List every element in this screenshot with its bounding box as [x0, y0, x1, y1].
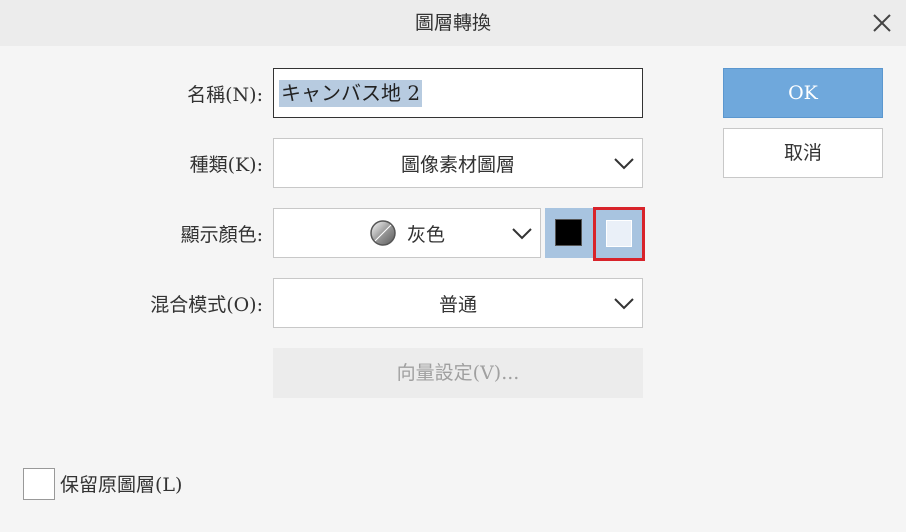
- blend-mode-dropdown[interactable]: 普通: [273, 278, 643, 328]
- display-color-value-wrap: 灰色: [274, 209, 540, 257]
- keep-original-layer-label[interactable]: 保留原圖層(L): [60, 470, 182, 497]
- ok-button[interactable]: OK: [723, 68, 883, 118]
- name-input[interactable]: キャンバス地 2: [273, 68, 643, 118]
- name-input-value[interactable]: キャンバス地 2: [279, 80, 423, 107]
- chevron-down-icon: [512, 228, 532, 240]
- close-icon: [873, 14, 891, 32]
- cancel-button[interactable]: 取消: [723, 128, 883, 178]
- name-label: 名稱(N):: [187, 84, 263, 106]
- kind-dropdown-value: 圖像素材圖層: [400, 153, 515, 176]
- kind-label: 種類(K):: [189, 154, 263, 176]
- white-color-swatch-highlight[interactable]: [593, 207, 645, 261]
- keep-original-layer-checkbox[interactable]: [23, 468, 55, 500]
- blend-mode-value: 普通: [438, 293, 477, 316]
- kind-dropdown[interactable]: 圖像素材圖層: [273, 138, 643, 188]
- title-bar: 圖層轉換: [0, 0, 906, 46]
- blend-mode-label: 混合模式(O):: [150, 294, 263, 316]
- display-color-dropdown[interactable]: 灰色: [273, 208, 541, 258]
- display-color-label: 顯示顏色:: [180, 224, 263, 246]
- chevron-down-icon: [614, 298, 634, 310]
- display-color-value: 灰色: [406, 223, 445, 246]
- color-swatch-group: [545, 207, 645, 261]
- vector-settings-button: 向量設定(V)...: [273, 348, 643, 398]
- close-button[interactable]: [866, 7, 898, 39]
- gray-color-icon: [370, 220, 396, 246]
- white-color-swatch[interactable]: [606, 220, 632, 247]
- dialog-title: 圖層轉換: [414, 12, 491, 34]
- black-color-swatch[interactable]: [555, 219, 582, 246]
- chevron-down-icon: [614, 158, 634, 170]
